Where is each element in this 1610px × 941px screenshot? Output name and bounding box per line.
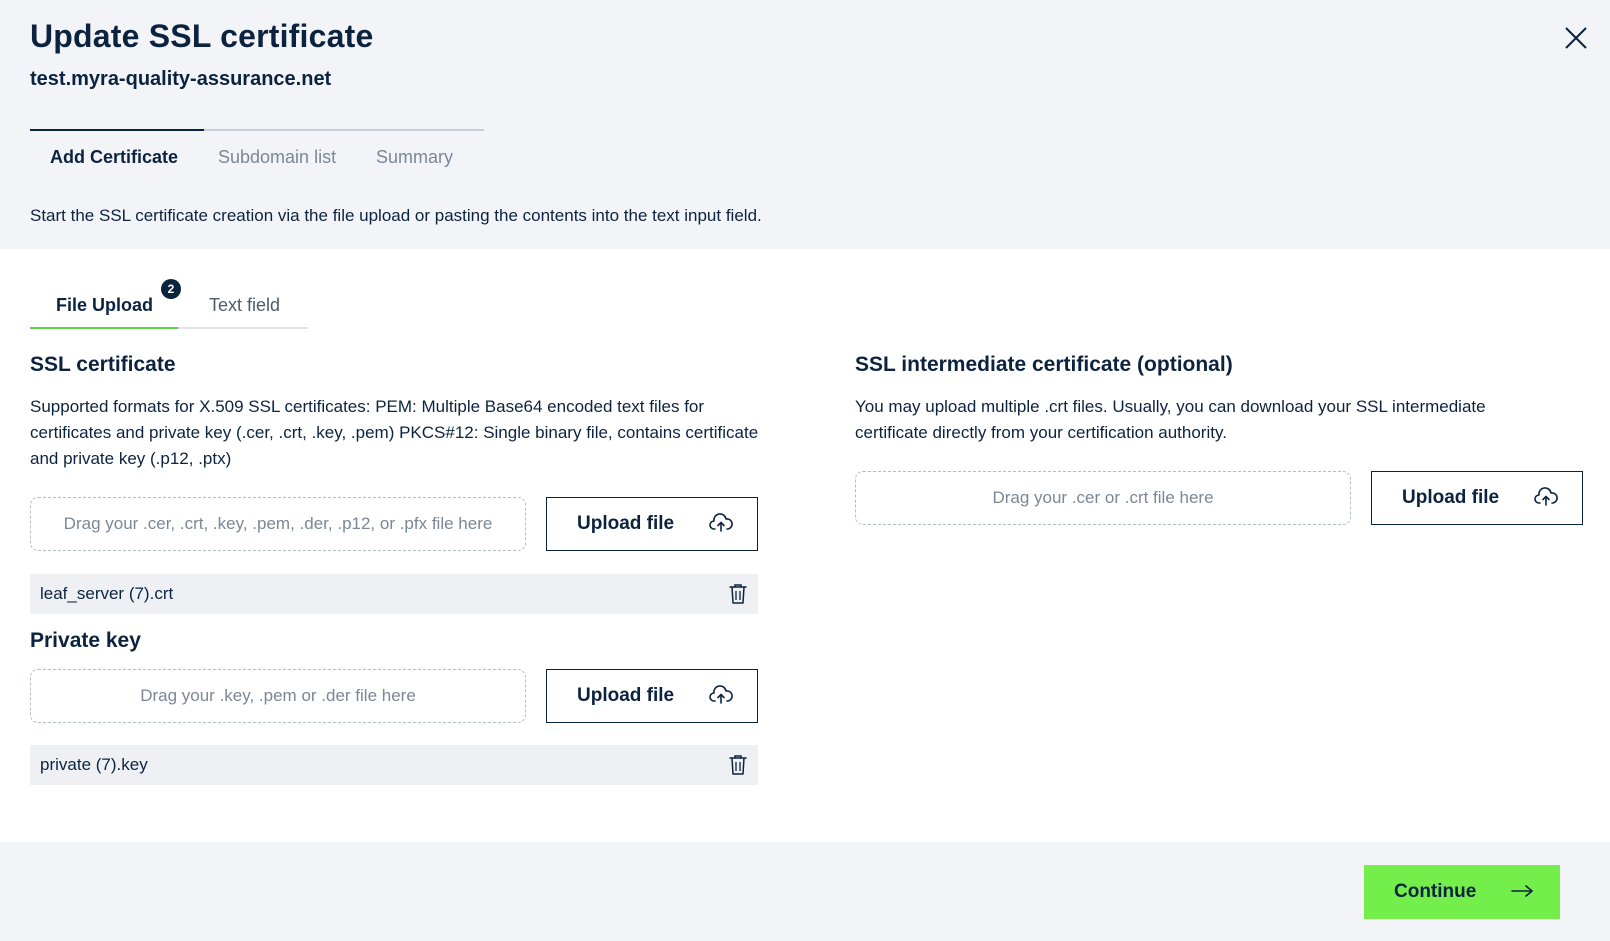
file-count-badge: 2 (161, 279, 181, 299)
tab-file-upload-label: File Upload (56, 295, 154, 315)
close-icon[interactable] (1558, 20, 1594, 56)
uploaded-private-key-file: private (7).key (30, 745, 758, 785)
upload-button-label: Upload file (577, 513, 675, 534)
step-add-certificate[interactable]: Add Certificate (50, 147, 178, 168)
uploaded-certificate-file: leaf_server (7).crt (30, 574, 758, 614)
dialog-title: Update SSL certificate (30, 18, 374, 54)
trash-icon[interactable] (728, 753, 748, 777)
intermediate-certificate-title: SSL intermediate certificate (optional) (855, 353, 1233, 376)
continue-button-label: Continue (1394, 881, 1477, 902)
intro-text: Start the SSL certificate creation via t… (30, 206, 762, 225)
ssl-certificate-dropzone[interactable]: Drag your .cer, .crt, .key, .pem, .der, … (30, 497, 526, 551)
trash-icon[interactable] (728, 582, 748, 606)
private-key-upload-button[interactable]: Upload file (546, 669, 758, 723)
intermediate-certificate-dropzone[interactable]: Drag your .cer or .crt file here (855, 471, 1351, 525)
private-key-dropzone[interactable]: Drag your .key, .pem or .der file here (30, 669, 526, 723)
dialog-header: Update SSL certificate test.myra-quality… (0, 0, 1610, 249)
step-subdomain-list[interactable]: Subdomain list (218, 147, 336, 168)
intermediate-certificate-upload-button[interactable]: Upload file (1371, 471, 1583, 525)
main-content: File Upload 2 Text field SSL certificate… (0, 249, 1610, 842)
upload-button-label: Upload file (1402, 487, 1500, 508)
intermediate-certificate-description: You may upload multiple .crt files. Usua… (855, 397, 1486, 442)
private-key-file-name: private (7).key (40, 755, 148, 774)
upload-mode-tabs: File Upload 2 Text field (30, 277, 308, 329)
ssl-certificate-upload-button[interactable]: Upload file (546, 497, 758, 551)
cloud-upload-icon (709, 513, 733, 532)
certificate-file-name: leaf_server (7).crt (40, 584, 174, 603)
continue-button[interactable]: Continue (1364, 865, 1560, 919)
tab-file-upload[interactable]: File Upload (56, 295, 153, 316)
private-key-title: Private key (30, 629, 141, 652)
ssl-certificate-description: Supported formats for X.509 SSL certific… (30, 397, 759, 468)
arrow-right-icon (1511, 885, 1533, 897)
ssl-certificate-title: SSL certificate (30, 353, 176, 376)
dialog-footer: Continue (0, 842, 1610, 941)
upload-button-label: Upload file (577, 685, 675, 706)
domain-subtitle: test.myra-quality-assurance.net (30, 68, 332, 90)
active-tab-underline (30, 327, 178, 329)
cloud-upload-icon (1534, 487, 1558, 506)
step-summary[interactable]: Summary (376, 147, 453, 168)
cloud-upload-icon (709, 685, 733, 704)
active-step-indicator (30, 129, 204, 131)
wizard-steps: Add Certificate Subdomain list Summary (30, 129, 484, 179)
tab-text-field[interactable]: Text field (209, 295, 280, 316)
